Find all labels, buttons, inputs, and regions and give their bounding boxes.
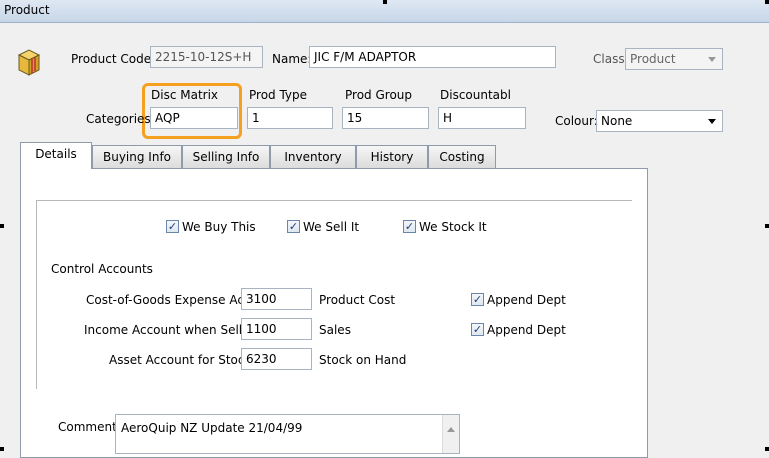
- product-code-field[interactable]: 2215-10-12S+H: [150, 46, 263, 68]
- resize-handle-right[interactable]: [765, 224, 769, 228]
- prod-group-field[interactable]: 15: [342, 107, 429, 129]
- cogs-account-field[interactable]: 3100: [241, 288, 312, 310]
- chevron-down-icon: [708, 119, 716, 124]
- category-label-disc-matrix: Disc Matrix: [151, 88, 219, 102]
- we-stock-it-checkbox[interactable]: ✓: [403, 220, 416, 233]
- tab-details[interactable]: Details: [20, 142, 92, 169]
- asset-account-desc: Stock on Hand: [319, 353, 407, 367]
- cogs-account-label: Cost-of-Goods Expense Acct:: [86, 293, 260, 307]
- append-dept-label-income: Append Dept: [487, 323, 566, 337]
- we-buy-this-label: We Buy This: [182, 220, 256, 234]
- product-code-label: Product Code:: [71, 52, 156, 66]
- resize-handle-bottom-left[interactable]: [0, 447, 4, 451]
- resize-handle-left[interactable]: [0, 224, 4, 228]
- category-label-discountabl: Discountabl: [440, 88, 511, 102]
- colour-select-value: None: [601, 114, 633, 128]
- comment-text: AeroQuip NZ Update 21/04/99: [121, 421, 303, 435]
- tab-inventory[interactable]: Inventory: [270, 145, 356, 168]
- chevron-down-icon: [708, 57, 716, 62]
- resize-handle-top-right[interactable]: [765, 0, 769, 4]
- income-account-field[interactable]: 1100: [241, 318, 312, 340]
- colour-select[interactable]: None: [596, 110, 723, 132]
- discountabl-field[interactable]: H: [438, 107, 526, 129]
- comment-label: Comment:: [58, 420, 121, 434]
- class-select-value: Product: [630, 52, 676, 66]
- scroll-up-arrow-icon[interactable]: [447, 427, 455, 432]
- comment-scrollbar[interactable]: [442, 415, 459, 453]
- class-label: Class:: [593, 52, 629, 66]
- tab-selling-info[interactable]: Selling Info: [182, 145, 270, 168]
- cogs-account-desc: Product Cost: [319, 293, 396, 307]
- asset-account-label: Asset Account for Stock:: [109, 353, 256, 367]
- colour-label: Colour:: [555, 114, 598, 128]
- asset-account-field[interactable]: 6230: [241, 348, 312, 370]
- append-dept-label-cogs: Append Dept: [487, 293, 566, 307]
- category-label-prod-group: Prod Group: [345, 88, 413, 102]
- name-label: Name:: [272, 52, 312, 66]
- income-account-desc: Sales: [319, 323, 351, 337]
- we-sell-it-checkbox[interactable]: ✓: [287, 220, 300, 233]
- income-account-label: Income Account when Selling:: [84, 323, 265, 337]
- name-field[interactable]: JIC F/M ADAPTOR: [309, 46, 556, 68]
- disc-matrix-field[interactable]: AQP: [150, 107, 238, 129]
- category-label-prod-type: Prod Type: [249, 88, 308, 102]
- append-dept-checkbox-income[interactable]: ✓: [471, 323, 484, 336]
- we-sell-it-label: We Sell It: [303, 220, 360, 234]
- window-title: Product: [4, 3, 50, 17]
- class-select[interactable]: Product: [625, 48, 723, 70]
- categories-label: Categories: [86, 112, 151, 126]
- tab-history[interactable]: History: [356, 145, 428, 168]
- tab-buying-info[interactable]: Buying Info: [92, 145, 182, 168]
- comment-field[interactable]: AeroQuip NZ Update 21/04/99: [115, 414, 460, 454]
- product-box-icon: [16, 47, 42, 77]
- tab-costing[interactable]: Costing: [428, 145, 496, 168]
- prod-type-field[interactable]: 1: [247, 107, 333, 129]
- resize-handle-top[interactable]: [383, 0, 387, 4]
- append-dept-checkbox-cogs[interactable]: ✓: [471, 293, 484, 306]
- we-stock-it-label: We Stock It: [419, 220, 487, 234]
- control-accounts-label: Control Accounts: [51, 262, 153, 276]
- resize-handle-bottom-right[interactable]: [765, 447, 769, 451]
- we-buy-this-checkbox[interactable]: ✓: [166, 220, 179, 233]
